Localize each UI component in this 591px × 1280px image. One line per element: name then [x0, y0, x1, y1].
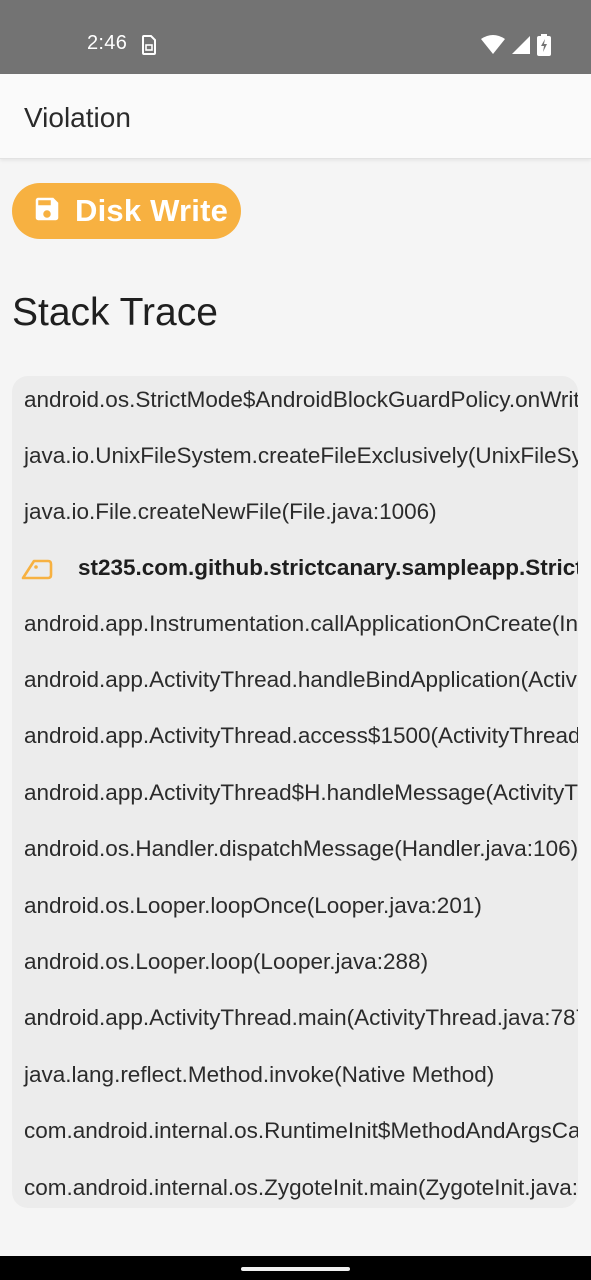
violation-type-chip: Disk Write — [12, 183, 241, 239]
wifi-icon — [481, 35, 505, 60]
stack-trace-card[interactable]: android.os.StrictMode$AndroidBlockGuardP… — [12, 376, 578, 1208]
stack-trace-line-app-frame: st235.com.github.strictcanary.sampleapp.… — [12, 540, 578, 596]
stack-trace-line: java.io.File.createNewFile(File.java:100… — [24, 499, 437, 524]
status-icons — [481, 34, 551, 61]
floppy-disk-icon — [32, 194, 62, 229]
stack-trace-line: java.io.UnixFileSystem.createFileExclusi… — [24, 443, 578, 468]
stack-trace-title: Stack Trace — [12, 291, 218, 334]
page-title: Violation — [24, 102, 131, 133]
violation-type-label: Disk Write — [75, 193, 229, 228]
cell-signal-icon — [511, 35, 531, 60]
stack-trace-line: com.android.internal.os.ZygoteInit.main(… — [24, 1175, 578, 1200]
status-bar: 2:46 — [0, 0, 591, 74]
battery-charging-icon — [537, 34, 551, 61]
stack-trace-line: android.os.Looper.loopOnce(Looper.java:2… — [24, 893, 482, 918]
stack-trace-line: android.app.ActivityThread.access$1500(A… — [24, 723, 578, 748]
stack-trace-line: android.os.StrictMode$AndroidBlockGuardP… — [24, 387, 578, 412]
status-time: 2:46 — [87, 32, 128, 54]
navigation-bar — [0, 1256, 591, 1280]
stack-trace-line: android.os.Handler.dispatchMessage(Handl… — [24, 836, 578, 861]
stack-trace-line: android.app.ActivityThread$H.handleMessa… — [24, 780, 578, 805]
stack-trace-line: java.lang.reflect.Method.invoke(Native M… — [24, 1062, 495, 1087]
sim-card-icon — [141, 35, 157, 55]
gesture-handle[interactable] — [241, 1267, 350, 1271]
app-bar: Violation — [0, 74, 591, 159]
stack-trace-line: android.app.ActivityThread.main(Activity… — [24, 1005, 578, 1030]
tag-icon — [20, 554, 54, 582]
stack-trace-line: android.os.Looper.loop(Looper.java:288) — [24, 949, 429, 974]
stack-trace-line: android.app.Instrumentation.callApplicat… — [24, 611, 578, 636]
stack-trace-line: android.app.ActivityThread.handleBindApp… — [24, 667, 578, 692]
stack-trace-line: com.android.internal.os.RuntimeInit$Meth… — [24, 1118, 578, 1143]
